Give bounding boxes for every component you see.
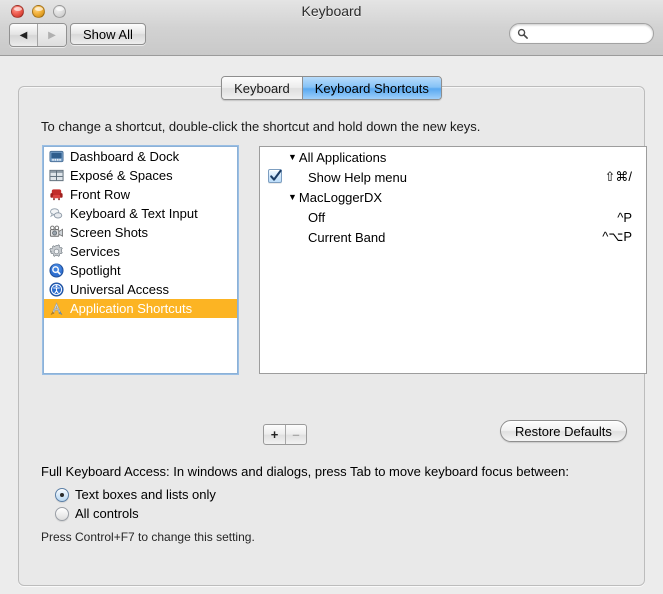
sidebar-item-expose-spaces[interactable]: Exposé & Spaces (44, 166, 237, 185)
search-input[interactable] (531, 26, 641, 41)
search-box[interactable] (509, 23, 654, 44)
preferences-content: To change a shortcut, double-click the s… (0, 56, 663, 594)
disclosure-triangle-icon[interactable]: ▼ (288, 192, 297, 202)
tab-keyboard-shortcuts[interactable]: Keyboard Shortcuts (301, 77, 441, 99)
shortcut-keys: ^⌥P (602, 229, 632, 244)
shortcut-group-label: All Applications (298, 149, 387, 165)
full-keyboard-access-title: Full Keyboard Access: In windows and dia… (41, 464, 569, 479)
shortcut-enabled-checkbox[interactable] (268, 169, 282, 183)
dashboard-icon (49, 150, 64, 163)
sidebar-item-label: Spotlight (70, 263, 121, 278)
table-row[interactable]: Show Help menu ⇧⌘/ (260, 167, 646, 187)
table-row[interactable]: Off ^P (260, 207, 646, 227)
radio-indicator[interactable] (55, 506, 69, 521)
table-row[interactable]: Current Band ^⌥P (260, 227, 646, 247)
sidebar-item-keyboard-text-input[interactable]: Keyboard & Text Input (44, 204, 237, 223)
radio-indicator[interactable] (55, 487, 69, 502)
sidebar-item-dashboard-dock[interactable]: Dashboard & Dock (44, 147, 237, 166)
instructions-text: To change a shortcut, double-click the s… (41, 119, 481, 134)
spaces-grid-icon (49, 169, 64, 182)
radio-label: Text boxes and lists only (75, 487, 216, 502)
shortcut-table[interactable]: ▼ All Applications Show Help menu ⇧⌘/ ▼ … (259, 146, 647, 374)
add-shortcut-button[interactable]: + (264, 425, 285, 444)
spotlight-magnifier-icon (49, 263, 64, 278)
sidebar-item-services[interactable]: Services (44, 242, 237, 261)
shortcut-label: Current Band (308, 229, 386, 245)
table-row[interactable]: ▼ MacLoggerDX (260, 187, 646, 207)
sidebar-item-label: Universal Access (70, 282, 169, 297)
front-row-chair-icon (50, 189, 63, 201)
navigation-buttons: ◀ ▶ (9, 23, 67, 47)
shortcut-label: Show Help menu (308, 169, 407, 185)
checkmark-icon (270, 169, 282, 181)
radio-label: All controls (75, 506, 139, 521)
sidebar-item-application-shortcuts[interactable]: Application Shortcuts (44, 299, 237, 318)
remove-shortcut-button: – (285, 425, 306, 444)
keyboard-preferences-window: Keyboard ◀ ▶ Show All To change a shortc… (0, 0, 663, 594)
search-icon (517, 28, 528, 39)
shortcut-category-list[interactable]: Dashboard & Dock Exposé & Spaces Front R… (42, 145, 239, 375)
application-shortcuts-icon (50, 302, 63, 315)
sidebar-item-label: Dashboard & Dock (70, 149, 180, 164)
show-all-button[interactable]: Show All (70, 23, 146, 45)
sidebar-item-label: Exposé & Spaces (70, 168, 173, 183)
table-row[interactable]: ▼ All Applications (260, 147, 646, 167)
shortcut-group-label: MacLoggerDX (298, 189, 383, 205)
shortcut-label: Off (308, 209, 326, 225)
window-titlebar: Keyboard ◀ ▶ Show All (0, 0, 663, 56)
sidebar-item-label: Keyboard & Text Input (70, 206, 198, 221)
speech-bubbles-icon (49, 208, 63, 219)
sidebar-item-screen-shots[interactable]: Screen Shots (44, 223, 237, 242)
shortcuts-group-box: To change a shortcut, double-click the s… (18, 86, 647, 586)
sidebar-item-universal-access[interactable]: Universal Access (44, 280, 237, 299)
sidebar-item-label: Front Row (70, 187, 130, 202)
sidebar-item-spotlight[interactable]: Spotlight (44, 261, 237, 280)
sidebar-item-label: Application Shortcuts (70, 301, 193, 316)
add-remove-buttons: + – (263, 424, 307, 445)
restore-defaults-button[interactable]: Restore Defaults (500, 420, 627, 442)
radio-text-boxes-and-lists-only[interactable]: Text boxes and lists only (55, 487, 216, 502)
window-title: Keyboard (301, 3, 362, 19)
universal-access-icon (49, 282, 64, 297)
tab-group: Keyboard Keyboard Shortcuts (221, 76, 442, 100)
back-button[interactable]: ◀ (10, 24, 38, 46)
sidebar-item-front-row[interactable]: Front Row (44, 185, 237, 204)
shortcut-keys: ^P (617, 209, 632, 225)
camera-icon (49, 225, 63, 237)
gear-icon (49, 244, 63, 257)
shortcut-keys: ⇧⌘/ (604, 169, 632, 184)
radio-all-controls[interactable]: All controls (55, 506, 139, 521)
forward-button: ▶ (38, 24, 66, 46)
tab-bar: Keyboard Keyboard Shortcuts (0, 76, 663, 100)
sidebar-item-label: Services (70, 244, 120, 259)
tab-keyboard[interactable]: Keyboard (222, 77, 302, 99)
full-keyboard-access-hint: Press Control+F7 to change this setting. (41, 530, 255, 544)
disclosure-triangle-icon[interactable]: ▼ (288, 152, 297, 162)
sidebar-item-label: Screen Shots (70, 225, 149, 240)
